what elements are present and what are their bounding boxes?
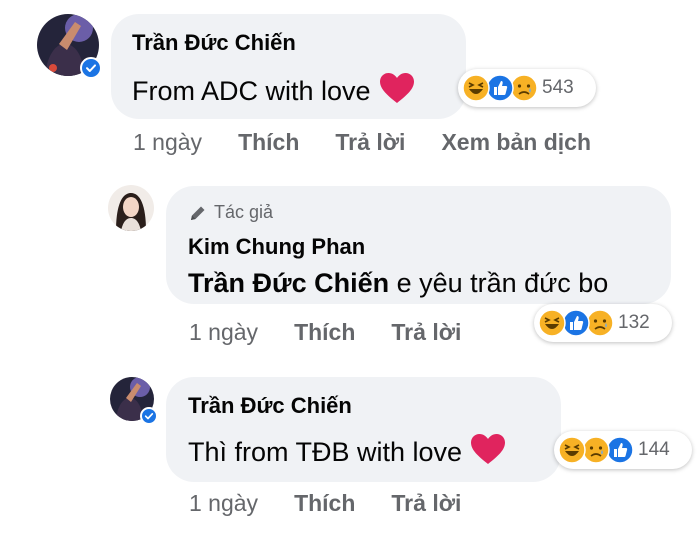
comment-author[interactable]: Trần Đức Chiến (188, 393, 352, 419)
pencil-icon (191, 206, 205, 220)
reactions-summary[interactable]: 543 (458, 69, 596, 107)
comment-text-content: e yêu trần đức bo (389, 268, 609, 298)
avatar[interactable] (108, 185, 154, 231)
haha-reaction-icon (462, 74, 490, 102)
comment-bubble: Trần Đức Chiến From ADC with love (111, 14, 466, 119)
reply-button[interactable]: Trả lời (335, 129, 405, 156)
like-button[interactable]: Thích (294, 490, 355, 517)
author-badge: Tác giả (188, 202, 273, 223)
like-button[interactable]: Thích (294, 319, 355, 346)
comment-text: Thì from TĐB with love (188, 433, 506, 468)
avatar[interactable] (110, 377, 158, 425)
verified-badge-icon (140, 407, 158, 425)
verified-badge-icon (80, 57, 102, 79)
comment-actions: 1 ngày Thích Trả lời (189, 490, 461, 517)
heart-emoji-icon (471, 434, 506, 464)
sad-reaction-icon (510, 74, 538, 102)
comment-bubble: Tác giả Kim Chung Phan Trần Đức Chiến e … (166, 186, 671, 304)
comment-time[interactable]: 1 ngày (189, 490, 258, 517)
reactions-summary[interactable]: 144 (554, 431, 692, 469)
comment-time[interactable]: 1 ngày (189, 319, 258, 346)
comment-bubble: Trần Đức Chiến Thì from TĐB with love (166, 377, 561, 482)
reply-button[interactable]: Trả lời (391, 490, 461, 517)
reactions-count: 144 (638, 439, 670, 460)
author-badge-label: Tác giả (214, 202, 274, 222)
comment-text: From ADC with love (132, 72, 415, 107)
like-reaction-icon (486, 74, 514, 102)
haha-reaction-icon (538, 309, 566, 337)
heart-emoji-icon (379, 73, 414, 103)
haha-reaction-icon (558, 436, 586, 464)
mention-link[interactable]: Trần Đức Chiến (188, 268, 389, 298)
comment-author[interactable]: Trần Đức Chiến (132, 30, 296, 56)
like-reaction-icon (606, 436, 634, 464)
reply-button[interactable]: Trả lời (391, 319, 461, 346)
see-translation-button[interactable]: Xem bản dịch (441, 129, 591, 156)
reactions-summary[interactable]: 132 (534, 304, 672, 342)
comment-text-content: Thì from TĐB with love (188, 437, 463, 467)
avatar-photo (108, 185, 154, 231)
comment-time[interactable]: 1 ngày (133, 129, 202, 156)
avatar[interactable] (37, 14, 102, 79)
comment-actions: 1 ngày Thích Trả lời (189, 319, 461, 346)
comment-text-content: From ADC with love (132, 76, 371, 106)
sad-reaction-icon (582, 436, 610, 464)
reactions-count: 132 (618, 312, 650, 333)
comment-actions: 1 ngày Thích Trả lời Xem bản dịch (133, 129, 591, 156)
like-button[interactable]: Thích (238, 129, 299, 156)
reactions-count: 543 (542, 77, 574, 98)
comment-author[interactable]: Kim Chung Phan (188, 234, 365, 260)
like-reaction-icon (562, 309, 590, 337)
sad-reaction-icon (586, 309, 614, 337)
comment-text: Trần Đức Chiến e yêu trần đức bo (188, 268, 608, 299)
